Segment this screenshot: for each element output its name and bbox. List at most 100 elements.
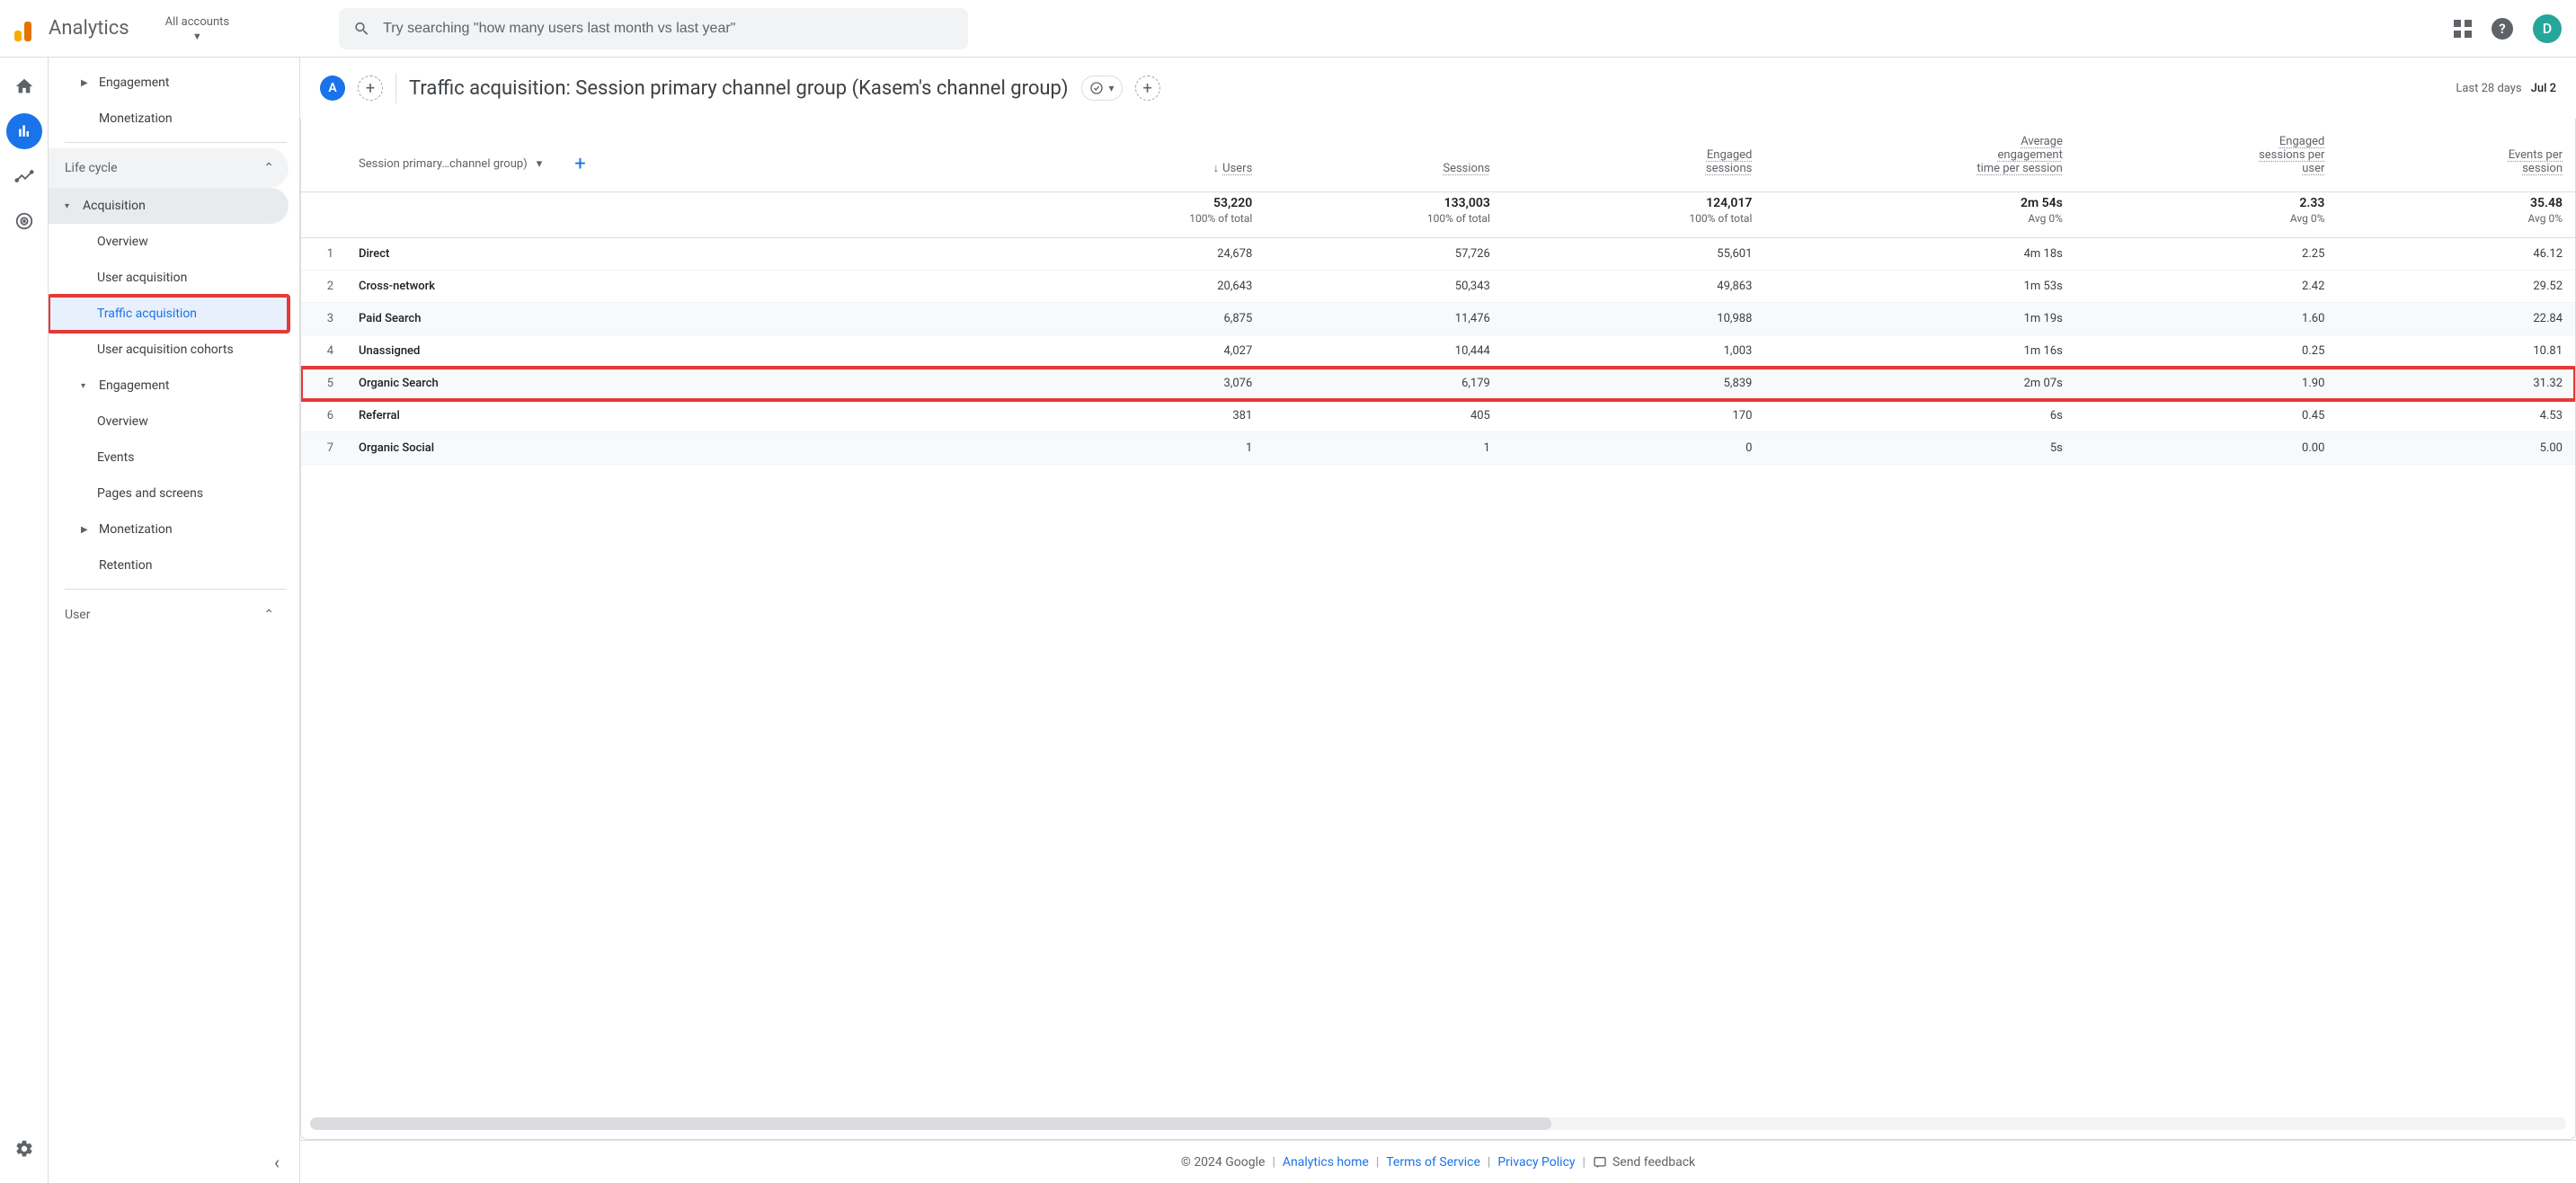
rail-home-icon[interactable] xyxy=(6,68,42,104)
nav-group-lifecycle[interactable]: Life cycle ⌃ xyxy=(49,148,289,188)
total-sub: 100% of total xyxy=(1689,212,1752,225)
sidebar-item-acq-overview[interactable]: Overview xyxy=(49,224,299,260)
nav-group-user[interactable]: User ⌃ xyxy=(49,595,289,635)
help-icon[interactable]: ? xyxy=(2492,18,2513,40)
cell-value: 6,875 xyxy=(1027,303,1266,335)
sidebar-item-user-acq-cohorts[interactable]: User acquisition cohorts xyxy=(49,332,299,368)
rail-admin-icon[interactable] xyxy=(6,1131,42,1167)
sidebar-item-acquisition[interactable]: ▾ Acquisition xyxy=(49,188,289,224)
footer: © 2024 Google | Analytics home | Terms o… xyxy=(300,1140,2576,1183)
rail-advertising-icon[interactable] xyxy=(6,203,42,239)
total-sub: Avg 0% xyxy=(2527,212,2563,225)
col-events-per-session[interactable]: Events per session xyxy=(2337,119,2575,192)
row-index: 5 xyxy=(301,368,346,400)
chevron-down-icon: ▾ xyxy=(537,157,543,171)
cell-value: 57,726 xyxy=(1265,238,1503,271)
cell-value: 1m 19s xyxy=(1764,303,2075,335)
table-row[interactable]: 7Organic Social1105s0.005.00 xyxy=(301,432,2575,465)
group-label: Life cycle xyxy=(65,161,118,175)
search-input[interactable] xyxy=(383,21,954,37)
sidebar-item-events[interactable]: Events xyxy=(49,440,299,476)
account-label: All accounts xyxy=(165,15,229,29)
sidebar-item-label: Overview xyxy=(97,235,148,249)
sidebar-item-label: Pages and screens xyxy=(97,486,203,501)
cell-value: 0.00 xyxy=(2075,432,2338,465)
add-comparison-button[interactable]: + xyxy=(358,76,383,101)
copyright: © 2024 Google xyxy=(1181,1155,1266,1170)
total-sub: 100% of total xyxy=(1427,212,1490,225)
footer-link-terms[interactable]: Terms of Service xyxy=(1386,1155,1480,1170)
report-header: A + Traffic acquisition: Session primary… xyxy=(300,58,2576,119)
rail-explore-icon[interactable] xyxy=(6,158,42,194)
avatar[interactable]: D xyxy=(2533,14,2562,43)
metric-label: Engaged sessions xyxy=(1680,148,1752,175)
row-dimension: Organic Search xyxy=(346,368,1027,400)
cell-value: 10,444 xyxy=(1265,335,1503,368)
dimension-picker-header[interactable]: Session primary…channel group) ▾ + xyxy=(346,119,1027,192)
app-switcher-icon[interactable] xyxy=(2454,20,2472,38)
caret-right-icon: ▶ xyxy=(81,525,90,535)
search-box[interactable] xyxy=(339,8,968,49)
brand-logo[interactable]: Analytics xyxy=(14,16,129,41)
main-content: A + Traffic acquisition: Session primary… xyxy=(300,58,2576,1183)
date-range-picker[interactable]: Last 28 days Jul 2 xyxy=(2456,82,2556,95)
totals-row: 53,220100% of total 133,003100% of total… xyxy=(301,192,2575,238)
horizontal-scrollbar[interactable] xyxy=(310,1117,2566,1130)
sidebar-item-label: User acquisition cohorts xyxy=(97,342,234,357)
table-row[interactable]: 1Direct24,67857,72655,6014m 18s2.2546.12 xyxy=(301,238,2575,271)
cell-value: 2m 07s xyxy=(1764,368,2075,400)
row-dimension: Cross-network xyxy=(346,271,1027,303)
sidebar-item-label: Engagement xyxy=(99,378,169,393)
total-value: 2.33 xyxy=(2088,196,2325,210)
add-dimension-button[interactable]: + xyxy=(574,153,585,175)
total-sub: Avg 0% xyxy=(2028,212,2063,225)
add-button[interactable]: + xyxy=(1135,76,1160,101)
cell-value: 1,003 xyxy=(1503,335,1765,368)
scrollbar-thumb[interactable] xyxy=(310,1117,1551,1130)
sidebar-item-engagement[interactable]: ▾ Engagement xyxy=(49,368,299,404)
table-row[interactable]: 2Cross-network20,64350,34349,8631m 53s2.… xyxy=(301,271,2575,303)
sidebar-item-monetization[interactable]: ▶ Monetization xyxy=(49,511,299,547)
row-dimension: Referral xyxy=(346,400,1027,432)
send-feedback-button[interactable]: Send feedback xyxy=(1593,1155,1695,1170)
col-engaged-sessions[interactable]: Engaged sessions xyxy=(1503,119,1765,192)
col-avg-engagement[interactable]: Average engagement time per session xyxy=(1764,119,2075,192)
metric-label: Users xyxy=(1222,162,1252,175)
table-row[interactable]: 5Organic Search3,0766,1795,8392m 07s1.90… xyxy=(301,368,2575,400)
cell-value: 29.52 xyxy=(2337,271,2575,303)
report-title: Traffic acquisition: Session primary cha… xyxy=(409,77,1069,100)
cell-value: 1m 16s xyxy=(1764,335,2075,368)
table-row[interactable]: 6Referral3814051706s0.454.53 xyxy=(301,400,2575,432)
comparison-badge[interactable]: A xyxy=(320,76,345,101)
cell-value: 24,678 xyxy=(1027,238,1266,271)
sidebar-item-label: Retention xyxy=(99,558,153,573)
footer-link-analytics-home[interactable]: Analytics home xyxy=(1283,1155,1369,1170)
sidebar-item-monetization-top[interactable]: Monetization xyxy=(49,101,299,137)
metric-label: Events per session xyxy=(2500,148,2563,175)
col-users[interactable]: ↓Users xyxy=(1027,119,1266,192)
status-chip[interactable]: ▾ xyxy=(1081,76,1123,101)
sidebar-item-traffic-acquisition[interactable]: Traffic acquisition xyxy=(49,296,289,332)
collapse-sidebar-icon[interactable]: ‹ xyxy=(263,1149,290,1176)
sidebar-item-engagement-top[interactable]: ▶ Engagement xyxy=(49,65,299,101)
sidebar-item-eng-overview[interactable]: Overview xyxy=(49,404,299,440)
date-range-value: Jul 2 xyxy=(2531,82,2556,95)
footer-link-privacy[interactable]: Privacy Policy xyxy=(1497,1155,1575,1170)
table-row[interactable]: 3Paid Search6,87511,47610,9881m 19s1.602… xyxy=(301,303,2575,335)
sidebar-item-retention[interactable]: Retention xyxy=(49,547,299,583)
cell-value: 0 xyxy=(1503,432,1765,465)
col-engaged-per-user[interactable]: Engaged sessions per user xyxy=(2075,119,2338,192)
caret-down-icon: ▾ xyxy=(65,201,74,211)
cell-value: 405 xyxy=(1265,400,1503,432)
table-row[interactable]: 4Unassigned4,02710,4441,0031m 16s0.2510.… xyxy=(301,335,2575,368)
cell-value: 31.32 xyxy=(2337,368,2575,400)
sidebar-item-pages-screens[interactable]: Pages and screens xyxy=(49,476,299,511)
sort-desc-icon: ↓ xyxy=(1213,162,1220,175)
cell-value: 6s xyxy=(1764,400,2075,432)
sidebar-item-user-acquisition[interactable]: User acquisition xyxy=(49,260,299,296)
account-picker[interactable]: All accounts ▼ xyxy=(156,12,238,46)
row-dimension: Organic Social xyxy=(346,432,1027,465)
cell-value: 381 xyxy=(1027,400,1266,432)
col-sessions[interactable]: Sessions xyxy=(1265,119,1503,192)
rail-reports-icon[interactable] xyxy=(6,113,42,149)
